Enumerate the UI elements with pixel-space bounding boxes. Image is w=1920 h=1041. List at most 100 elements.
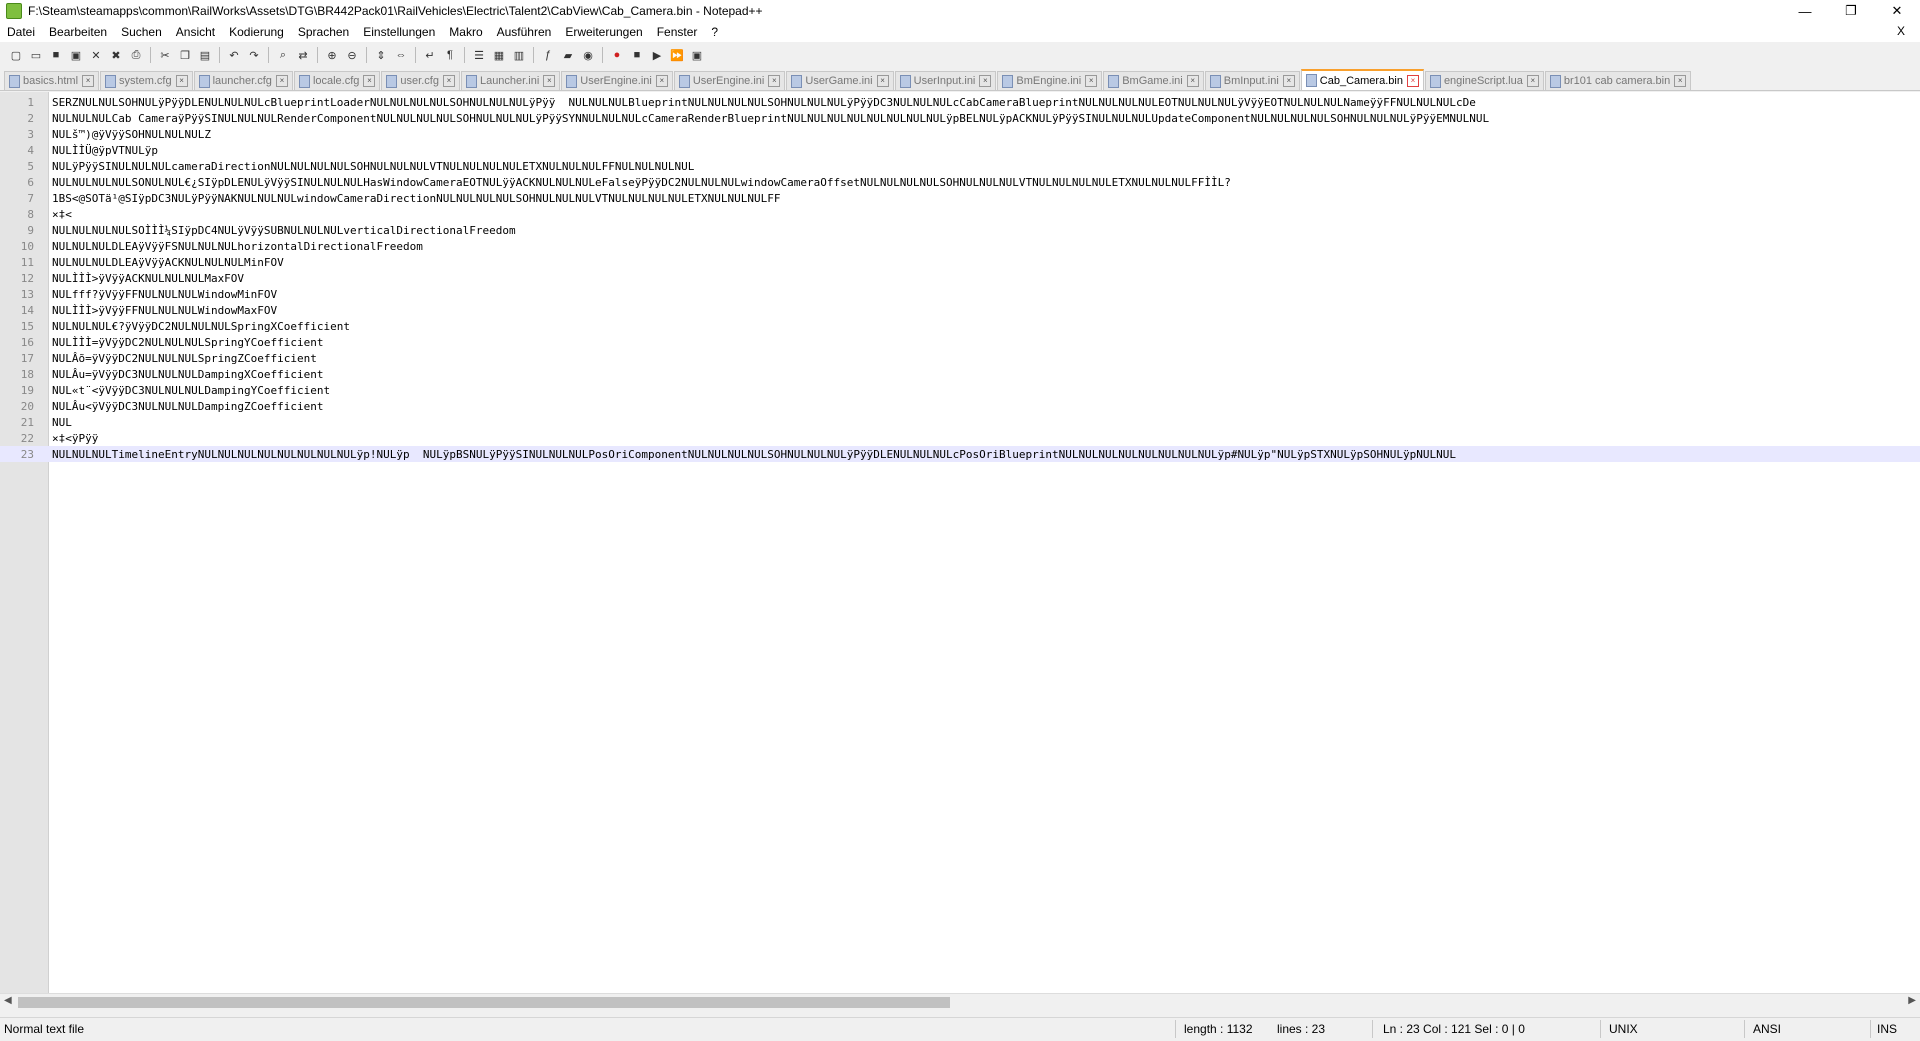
save-icon[interactable]: ■ [48,47,64,63]
print-icon[interactable]: ⎙ [128,47,144,63]
doc-map-icon[interactable]: ▥ [511,47,527,63]
minimize-button[interactable]: — [1782,0,1828,22]
tab-bminput-ini[interactable]: BmInput.ini × [1204,71,1300,90]
editor-line[interactable]: 13 NULfff?ÿVÿÿFFNULNULNULWindowMinFOV [0,286,1920,302]
editor-line[interactable]: 10 NULNULNULDLEAÿVÿÿFSNULNULNULhorizontal… [0,238,1920,254]
menu-datei[interactable]: Datei [0,25,42,39]
tab-close-icon[interactable]: × [1406,74,1419,87]
editor[interactable]: 1 SERZNULNULSOHNULÿPÿÿDLENULNULNULcBluepr… [0,92,1920,993]
editor-line[interactable]: 3 NULš™)@ÿVÿÿSOHNULNULNULZ [0,126,1920,142]
tab-userinput-ini[interactable]: UserInput.ini × [894,71,997,90]
editor-line[interactable]: 16 NULÌÌÌ=ÿVÿÿDC2NULNULNULSpringYCoeffici… [0,334,1920,350]
tab-close-icon[interactable]: × [82,75,95,87]
editor-line[interactable]: 20 NULÂu<ÿVÿÿDC3NULNULNULDampingZCoeffici… [0,398,1920,414]
editor-line[interactable]: 19 NUL«t¨<ÿVÿÿDC3NULNULNULDampingYCoeffic… [0,382,1920,398]
play-icon[interactable]: ▶ [649,47,665,63]
tab-system-cfg[interactable]: system.cfg × [100,71,193,90]
tab-close-icon[interactable]: × [1674,75,1687,87]
menu-einstellungen[interactable]: Einstellungen [356,25,442,39]
tab-bmgame-ini[interactable]: BmGame.ini × [1103,71,1204,90]
menu-help[interactable]: ? [704,25,725,39]
cut-icon[interactable]: ✂ [157,47,173,63]
menu-erweiterungen[interactable]: Erweiterungen [558,25,649,39]
tab-locale-cfg[interactable]: locale.cfg × [293,71,381,90]
scrollbar-thumb[interactable] [18,997,950,1008]
show-all-chars-icon[interactable]: ¶ [442,47,458,63]
close-icon[interactable]: ✕ [88,47,104,63]
replace-icon[interactable]: ⇄ [295,47,311,63]
editor-line[interactable]: 15 NULNULNUL€?ÿVÿÿDC2NULNULNULSpringXCoef… [0,318,1920,334]
stop-icon[interactable]: ■ [629,47,645,63]
menu-fenster[interactable]: Fenster [650,25,705,39]
tab-userengine-ini[interactable]: UserEngine.ini × [561,71,673,90]
editor-line[interactable]: 23 NULNULNULTimelineEntryNULNULNULNULNULN… [0,446,1920,462]
tab-close-icon[interactable]: × [768,75,781,87]
tab-close-icon[interactable]: × [275,75,288,87]
editor-line[interactable]: 21 NUL [0,414,1920,430]
tab-close-icon[interactable]: × [979,75,992,87]
scroll-left-icon[interactable]: ◀ [4,995,12,1006]
tab-close-icon[interactable]: × [1085,75,1098,87]
tab-close-icon[interactable]: × [876,75,889,87]
monitoring-icon[interactable]: ◉ [580,47,596,63]
zoom-in-icon[interactable]: ⊕ [324,47,340,63]
zoom-out-icon[interactable]: ⊖ [344,47,360,63]
sync-v-icon[interactable]: ⇕ [373,47,389,63]
menu-kodierung[interactable]: Kodierung [222,25,291,39]
maximize-button[interactable]: ❐ [1828,0,1874,22]
word-wrap-icon[interactable]: ↵ [422,47,438,63]
tab-enginescript-lua[interactable]: engineScript.lua × [1424,71,1544,90]
tab-user-cfg[interactable]: user.cfg × [381,71,460,90]
menu-bearbeiten[interactable]: Bearbeiten [42,25,114,39]
editor-line[interactable]: 7 1BS<@SOTä¹@SIÿpDC3NULÿPÿÿNAKNULNULNULwi… [0,190,1920,206]
folder-workspace-icon[interactable]: ▰ [560,47,576,63]
editor-line[interactable]: 11 NULNULNULDLEAÿVÿÿACKNULNULNULMinFOV [0,254,1920,270]
new-icon[interactable]: ▢ [8,47,24,63]
editor-line[interactable]: 17 NULÂõ=ÿVÿÿDC2NULNULNULSpringZCoefficie… [0,350,1920,366]
tab-launcher-cfg[interactable]: launcher.cfg × [193,71,293,90]
close-window-button[interactable]: ✕ [1874,0,1920,22]
menu-ausfuehren[interactable]: Ausführen [490,25,559,39]
tab-close-icon[interactable]: × [543,75,556,87]
find-icon[interactable]: ⌕ [275,47,291,63]
tab-close-icon[interactable]: × [1526,75,1539,87]
menu-ansicht[interactable]: Ansicht [169,25,222,39]
editor-line[interactable]: 9 NULNULNULNULSOÌÌÌ¼SIÿpDC4NULÿVÿÿSUBNULN… [0,222,1920,238]
function-list-icon[interactable]: ƒ [540,47,556,63]
menu-sprachen[interactable]: Sprachen [291,25,356,39]
menu-makro[interactable]: Makro [442,25,489,39]
save-macro-icon[interactable]: ▣ [689,47,705,63]
copy-icon[interactable]: ❐ [177,47,193,63]
editor-line[interactable]: 5 NULÿPÿÿSINULNULNULcameraDirectionNULNUL… [0,158,1920,174]
udl-icon[interactable]: ▦ [491,47,507,63]
scroll-right-icon[interactable]: ▶ [1908,995,1916,1006]
open-icon[interactable]: ▭ [28,47,44,63]
tab-close-icon[interactable]: × [1282,75,1295,87]
tab-usergame-ini[interactable]: UserGame.ini × [786,71,894,90]
tab-bmengine-ini[interactable]: BmEngine.ini × [997,71,1103,90]
tab-close-icon[interactable]: × [175,75,188,87]
tab-basics-html[interactable]: basics.html × [4,71,100,90]
close-document-button[interactable]: X [1890,24,1912,38]
tab-close-icon[interactable]: × [442,75,455,87]
close-all-icon[interactable]: ✖ [108,47,124,63]
tab-close-icon[interactable]: × [1186,75,1199,87]
tab-br101-cab-camera-bin[interactable]: br101 cab camera.bin × [1544,71,1692,90]
tab-close-icon[interactable]: × [363,75,376,87]
editor-line[interactable]: 6 NULNULNULNULSONULNUL€¿SIÿpDLENULÿVÿÿSIN… [0,174,1920,190]
redo-icon[interactable]: ↷ [246,47,262,63]
menu-suchen[interactable]: Suchen [114,25,169,39]
undo-icon[interactable]: ↶ [226,47,242,63]
editor-line[interactable]: 4 NULÌÌÜ@ÿpVTNULÿp [0,142,1920,158]
status-eol[interactable]: UNIX [1609,1022,1638,1036]
indent-guide-icon[interactable]: ☰ [471,47,487,63]
horizontal-scrollbar[interactable]: ◀ ▶ [0,993,1920,1011]
play-multi-icon[interactable]: ⏩ [669,47,685,63]
editor-line[interactable]: 18 NULÂu=ÿVÿÿDC3NULNULNULDampingXCoeffici… [0,366,1920,382]
editor-line[interactable]: 22 ×‡<ÿPÿÿ [0,430,1920,446]
record-icon[interactable]: ● [609,47,625,63]
status-encoding[interactable]: ANSI [1753,1022,1781,1036]
sync-h-icon[interactable]: ⇔ [393,47,409,63]
tab-launcher-ini[interactable]: Launcher.ini × [460,71,561,90]
tab-close-icon[interactable]: × [655,75,668,87]
